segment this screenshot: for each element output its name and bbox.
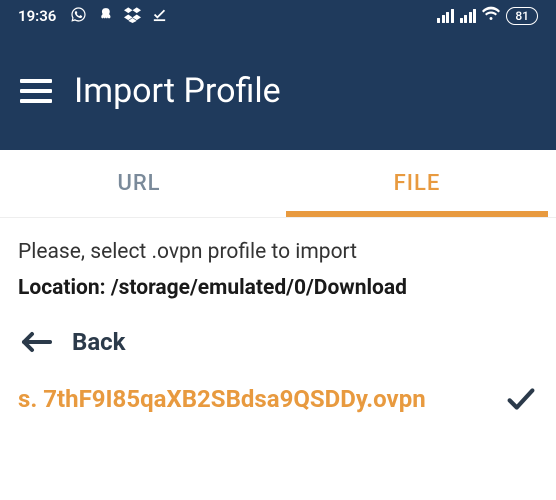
signal-icon-1: [437, 9, 454, 23]
check-underline-icon: [151, 6, 168, 27]
back-arrow-icon: [18, 330, 54, 354]
app-bar: Import Profile: [0, 32, 556, 150]
tab-file-label: FILE: [394, 171, 441, 196]
status-bar: 19:36 81: [0, 0, 556, 32]
check-icon: [504, 382, 538, 416]
tab-bar: URL FILE: [0, 150, 556, 218]
content-area: Please, select .ovpn profile to import L…: [0, 218, 556, 416]
tab-url[interactable]: URL: [0, 150, 278, 217]
instruction-text: Please, select .ovpn profile to import: [18, 240, 538, 264]
dropbox-icon: [124, 6, 141, 27]
file-name: s. 7thF9I85qaXB2SBdsa9QSDDy.ovpn: [18, 384, 494, 414]
status-right: 81: [437, 5, 538, 27]
battery-indicator: 81: [506, 7, 538, 25]
back-label: Back: [72, 328, 125, 356]
tab-file[interactable]: FILE: [278, 150, 556, 217]
back-button[interactable]: Back: [18, 328, 538, 356]
location-text: Location: /storage/emulated/0/Download: [18, 276, 538, 300]
tab-url-label: URL: [117, 171, 160, 196]
whatsapp-icon: [70, 6, 87, 27]
wifi-icon: [482, 5, 500, 27]
battery-level: 81: [515, 9, 529, 23]
signal-icon-2: [460, 9, 477, 23]
status-left: 19:36: [18, 6, 168, 27]
octopus-icon: [97, 6, 114, 27]
page-title: Import Profile: [74, 71, 281, 111]
file-item[interactable]: s. 7thF9I85qaXB2SBdsa9QSDDy.ovpn: [18, 382, 538, 416]
menu-icon[interactable]: [20, 79, 52, 103]
status-time: 19:36: [18, 7, 56, 25]
